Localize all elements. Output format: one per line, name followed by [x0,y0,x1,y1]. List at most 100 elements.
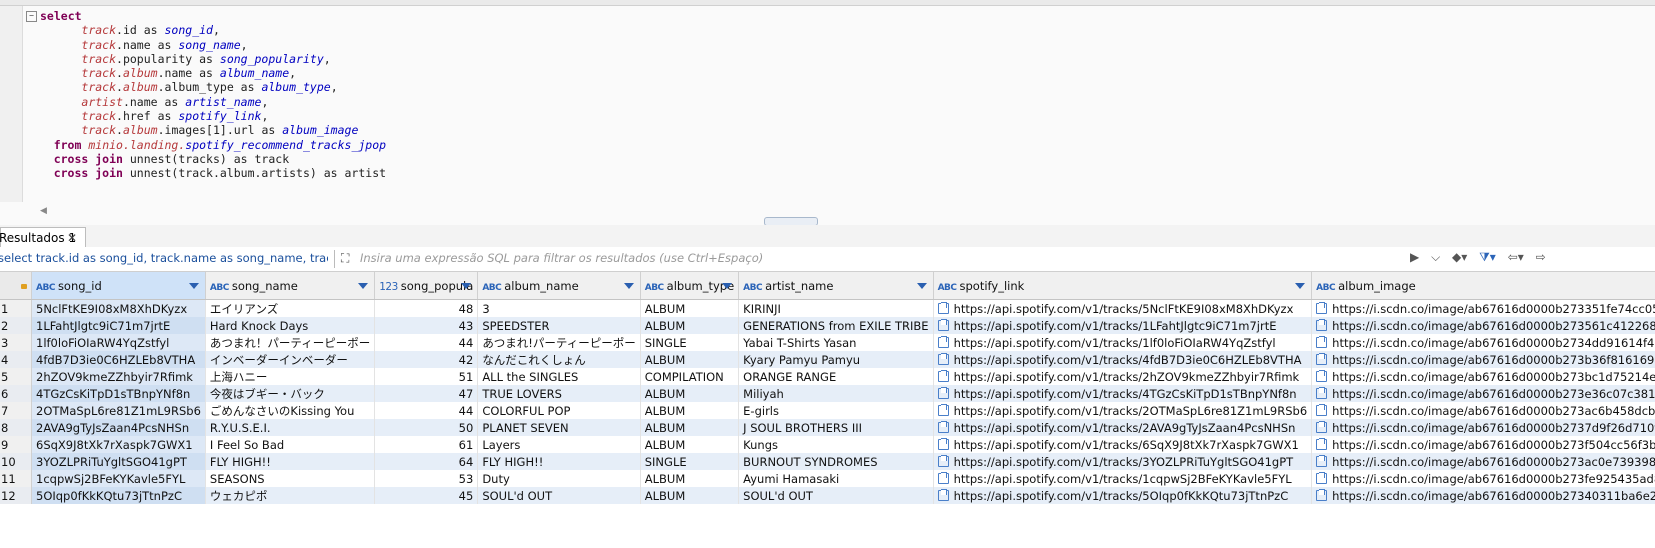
cell-song-id[interactable]: 2AVA9gTyJsZaan4PcsNHSn [31,419,206,436]
table-cell[interactable]: 今夜はブギー・バック [205,385,376,402]
table-row[interactable]: 9 6SqX9J8tXk7rXaspk7GWX1 I Feel So Bad 61 La… [0,436,1655,453]
sql-code[interactable]: − select track.id as song_id, track.name … [26,9,386,181]
row-number[interactable]: 3 [0,334,32,351]
code-line[interactable]: − select [26,9,386,23]
history-dropdown-icon[interactable]: ⌵ [1431,250,1440,265]
link-icon[interactable] [1316,420,1328,433]
table-cell[interactable]: TRUE LOVERS [477,385,641,402]
cell-song-popularity[interactable]: 47 [374,385,479,402]
row-number[interactable]: 11 [0,470,32,487]
cell-song-id[interactable]: 1lf0loFiOIaRW4YqZstfyl [31,334,206,351]
code-line[interactable]: track.album.images[1].url as album_image [26,123,386,137]
table-cell[interactable]: PLANET SEVEN [477,419,641,436]
cell-song-popularity[interactable]: 44 [374,334,479,351]
table-cell[interactable]: https://api.spotify.com/v1/tracks/2hZOV9… [933,368,1313,385]
column-header-song-name[interactable]: ABC song_name [205,272,376,300]
table-cell[interactable]: https://i.scdn.co/image/ab67616d0000b273… [1311,351,1655,368]
table-row[interactable]: 8 2AVA9gTyJsZaan4PcsNHSn R.Y.U.S.E.I. 50 PLA… [0,419,1655,436]
apply-filter-icon[interactable]: ▶ [1410,250,1419,264]
sql-editor[interactable]: − select track.id as song_id, track.name … [0,0,1655,233]
table-cell[interactable]: SEASONS [205,470,376,487]
code-line[interactable]: track.href as spotify_link, [26,109,386,123]
table-cell[interactable]: ウェカピポ [205,487,376,504]
link-icon[interactable] [1316,369,1328,382]
cell-song-id[interactable]: 2hZOV9kmeZZhbyir7Rfimk [31,368,206,385]
code-line[interactable]: track.album.name as album_name, [26,66,386,80]
link-icon[interactable] [937,488,949,501]
table-cell[interactable]: GENERATIONS from EXILE TRIBE [738,317,934,334]
link-icon[interactable] [937,335,949,348]
sort-dropdown-icon[interactable] [188,283,199,289]
table-cell[interactable]: KIRINJI [738,299,934,317]
table-cell[interactable]: インベーダーインベーダー [205,351,376,368]
table-cell[interactable]: BURNOUT SYNDROMES [738,453,934,470]
cell-song-id[interactable]: 3YOZLPRiTuYgltSGO41gPT [31,453,206,470]
row-number[interactable]: 1 [0,299,32,317]
code-line[interactable]: cross join unnest(tracks) as track [26,152,386,166]
row-number-header[interactable] [0,272,32,300]
table-cell[interactable]: https://api.spotify.com/v1/tracks/3YOZLP… [933,453,1313,470]
table-cell[interactable]: Ayumi Hamasaki [738,470,934,487]
table-cell[interactable]: SOUL'd OUT [738,487,934,504]
cell-song-id[interactable]: 6SqX9J8tXk7rXaspk7GWX1 [31,436,206,453]
table-cell[interactable]: https://api.spotify.com/v1/tracks/2AVA9g… [933,419,1313,436]
query-text[interactable]: select track.id as song_id, track.name a… [0,251,328,265]
table-cell[interactable]: COLORFUL POP [477,402,641,419]
table-cell[interactable]: Hard Knock Days [205,317,376,334]
row-number[interactable]: 5 [0,368,32,385]
row-number[interactable]: 4 [0,351,32,368]
cell-song-popularity[interactable]: 44 [374,402,479,419]
column-header-spotify-link[interactable]: ABC spotify_link [933,272,1313,300]
cell-song-id[interactable]: 1LFahtJlgtc9iC71m7jrtE [31,317,206,334]
code-line[interactable]: cross join unnest(track.album.artists) a… [26,166,386,180]
table-cell[interactable]: ALBUM [640,470,740,487]
row-number[interactable]: 10 [0,453,32,470]
table-cell[interactable]: ALBUM [640,317,740,334]
table-cell[interactable]: ALL the SINGLES [477,368,641,385]
fold-icon[interactable]: − [26,11,37,22]
table-cell[interactable]: ORANGE RANGE [738,368,934,385]
link-icon[interactable] [937,301,949,314]
table-cell[interactable]: ALBUM [640,351,740,368]
link-icon[interactable] [1316,403,1328,416]
table-cell[interactable]: https://i.scdn.co/image/ab67616d0000b273… [1311,470,1655,487]
table-row[interactable]: 10 3YOZLPRiTuYgltSGO41gPT FLY HIGH!! 64 FLY … [0,453,1655,470]
link-icon[interactable] [937,471,949,484]
sort-dropdown-icon[interactable] [722,283,733,289]
table-cell[interactable]: R.Y.U.S.E.I. [205,419,376,436]
table-cell[interactable]: https://api.spotify.com/v1/tracks/6SqX9J… [933,436,1313,453]
sort-dropdown-icon[interactable] [623,283,634,289]
sort-dropdown-icon[interactable] [358,283,369,289]
scroll-left-icon[interactable]: ◀ [40,206,50,216]
table-cell[interactable]: https://api.spotify.com/v1/tracks/5NclFt… [933,299,1313,317]
link-icon[interactable] [937,420,949,433]
table-cell[interactable]: SINGLE [640,334,740,351]
table-cell[interactable]: SOUL'd OUT [477,487,641,504]
link-icon[interactable] [1316,335,1328,348]
table-cell[interactable]: ALBUM [640,436,740,453]
link-icon[interactable] [937,318,949,331]
column-header-song-id[interactable]: ABC song_id [31,272,206,300]
table-cell[interactable]: https://api.spotify.com/v1/tracks/1lf0lo… [933,334,1313,351]
link-icon[interactable] [1316,454,1328,467]
table-cell[interactable]: Kyary Pamyu Pamyu [738,351,934,368]
table-row[interactable]: 6 4TGzCsKiTpD1sTBnpYNf8n 今夜はブギー・バック 47 TRUE … [0,385,1655,402]
table-cell[interactable]: https://api.spotify.com/v1/tracks/1LFaht… [933,317,1313,334]
table-cell[interactable]: ALBUM [640,402,740,419]
row-number[interactable]: 7 [0,402,32,419]
table-row[interactable]: 5 2hZOV9kmeZZhbyir7Rfimk 上海ハニー 51 ALL the SI… [0,368,1655,385]
table-cell[interactable]: 3 [477,299,641,317]
row-number[interactable]: 12 [0,487,32,504]
sort-dropdown-icon[interactable] [1295,283,1306,289]
table-cell[interactable]: FLY HIGH!! [205,453,376,470]
cell-song-id[interactable]: 5NclFtKE9I08xM8XhDKyzx [31,299,206,317]
row-number[interactable]: 9 [0,436,32,453]
table-cell[interactable]: ALBUM [640,419,740,436]
code-line[interactable]: track.popularity as song_popularity, [26,52,386,66]
back-icon[interactable]: ⇦▾ [1508,250,1524,264]
table-row[interactable]: 12 5OIqp0fKkKQtu73jTtnPzC ウェカピポ 45 SOUL'd OU… [0,487,1655,504]
table-cell[interactable]: https://i.scdn.co/image/ab67616d0000b273… [1311,334,1655,351]
cell-song-popularity[interactable]: 61 [374,436,479,453]
cell-song-popularity[interactable]: 45 [374,487,479,504]
cell-song-popularity[interactable]: 43 [374,317,479,334]
